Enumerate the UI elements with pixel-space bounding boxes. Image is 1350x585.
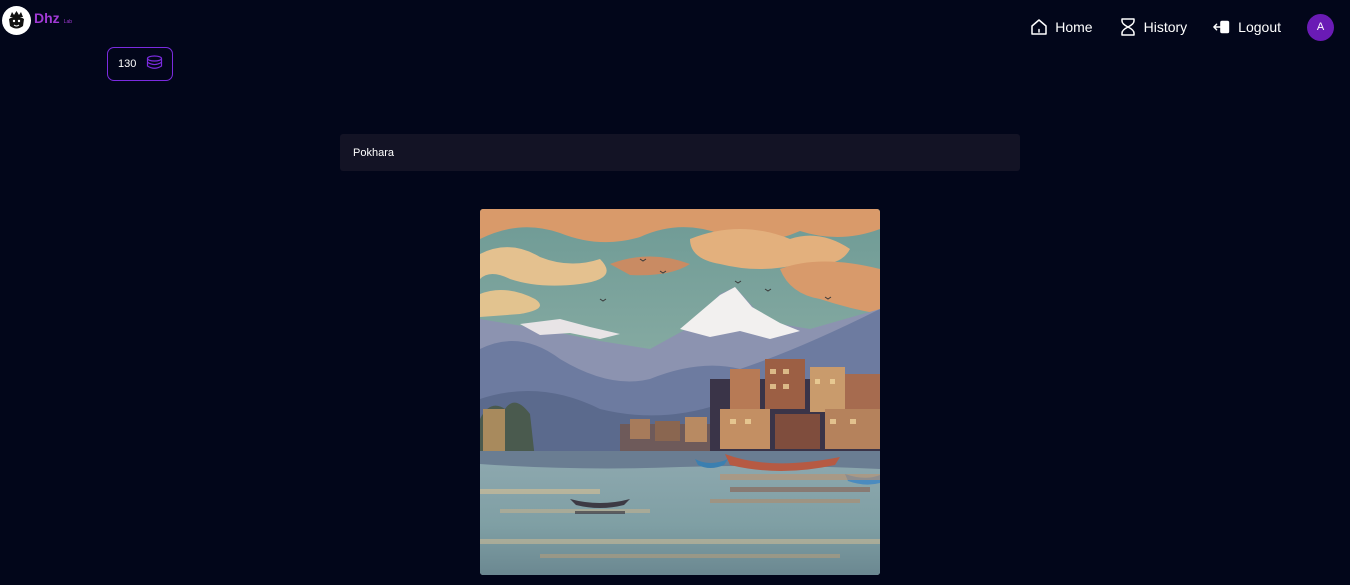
- credits-value: 130: [118, 58, 137, 70]
- top-nav: Home History Logout A: [1030, 13, 1334, 41]
- nav-logout-label: Logout: [1238, 19, 1281, 35]
- home-icon: [1030, 18, 1048, 36]
- nav-home[interactable]: Home: [1030, 13, 1093, 41]
- hourglass-icon: [1119, 18, 1137, 36]
- credits-badge[interactable]: 130: [107, 47, 173, 81]
- nav-logout[interactable]: Logout: [1213, 13, 1281, 41]
- nav-history-label: History: [1143, 19, 1188, 35]
- prompt-text: Pokhara: [353, 146, 394, 159]
- logout-icon: [1213, 18, 1231, 36]
- coins-icon: [146, 55, 163, 73]
- nav-history[interactable]: History: [1119, 13, 1188, 41]
- avatar[interactable]: A: [1307, 13, 1334, 41]
- page: Dhz Lab Home History Logout A 130 Pokhar…: [0, 0, 1350, 585]
- prompt-display[interactable]: Pokhara: [340, 134, 1020, 171]
- generated-image[interactable]: [480, 209, 880, 575]
- brand-logo[interactable]: Dhz Lab: [2, 6, 72, 35]
- brand-suffix: Lab: [63, 18, 73, 25]
- brand-name: Dhz: [34, 9, 60, 26]
- lion-logo-icon: [2, 6, 31, 35]
- nav-home-label: Home: [1055, 19, 1093, 35]
